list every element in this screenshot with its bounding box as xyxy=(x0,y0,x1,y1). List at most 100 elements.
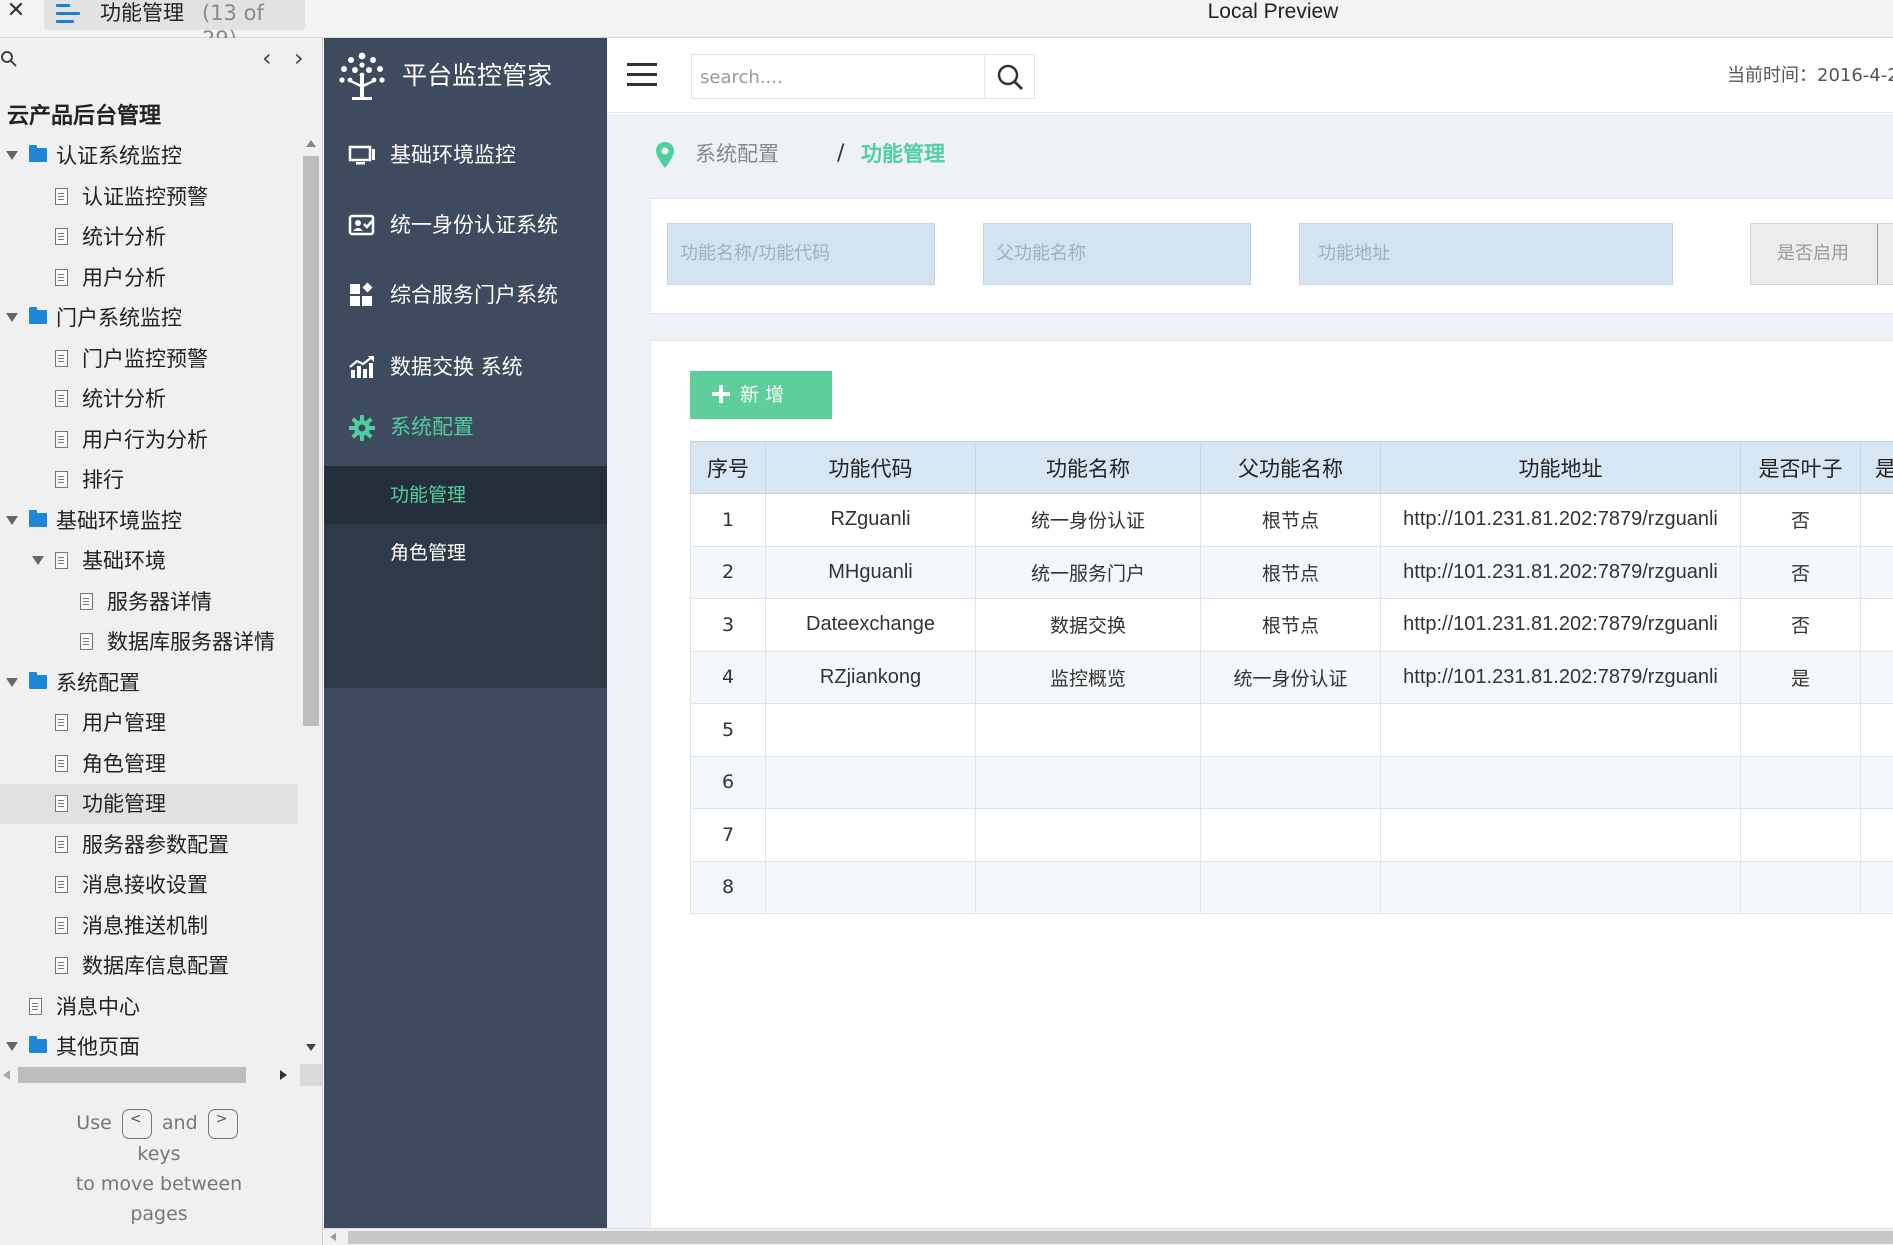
scroll-down-icon[interactable] xyxy=(306,1044,316,1051)
enabled-select[interactable]: 是否启用 xyxy=(1750,223,1893,285)
col-header-function-name[interactable]: 功能名称 xyxy=(975,441,1201,494)
page-icon xyxy=(29,997,42,1015)
tree-item[interactable]: 用户管理 xyxy=(0,703,298,743)
tree-folder[interactable]: 系统配置 xyxy=(0,663,298,703)
add-button[interactable]: 新 增 xyxy=(690,371,832,419)
col-header-function-code[interactable]: 功能代码 xyxy=(765,441,976,494)
function-name-code-input[interactable]: 功能名称/功能代码 xyxy=(667,223,935,285)
tree-item[interactable]: 认证监控预警 xyxy=(0,177,298,217)
tree-horizontal-scrollbar[interactable] xyxy=(0,1064,298,1086)
sidebar-subitem-function-management[interactable]: 功能管理 xyxy=(324,466,607,524)
page-tab-title: 功能管理 xyxy=(100,1,184,25)
col-header-truncated[interactable]: 是 xyxy=(1860,441,1893,494)
search-button[interactable] xyxy=(985,54,1035,99)
table-row[interactable]: 1 RZguanli 统一身份认证 根节点 http://101.231.81.202:… xyxy=(690,493,1893,547)
tree-item[interactable]: 功能管理 xyxy=(0,784,298,824)
cell-extra xyxy=(1860,545,1893,599)
tree-item[interactable]: 统计分析 xyxy=(0,379,298,419)
sidebar-subitem-role-management[interactable]: 角色管理 xyxy=(324,524,607,582)
tree-folder[interactable]: 认证系统监控 xyxy=(0,136,298,176)
tree-item[interactable]: 用户分析 xyxy=(0,258,298,298)
prev-page-button[interactable]: ‹ xyxy=(262,46,272,70)
tree-item[interactable]: 消息推送机制 xyxy=(0,906,298,946)
page-icon xyxy=(55,390,68,407)
cell-is-leaf xyxy=(1740,860,1861,914)
sidebar-item-service-portal[interactable]: 综合服务门户系统 xyxy=(324,260,607,330)
tree-item[interactable]: 服务器参数配置 xyxy=(0,825,298,865)
menu-icon[interactable] xyxy=(56,4,80,24)
tree-item[interactable]: 消息中心 xyxy=(0,987,298,1027)
table-row[interactable]: 2 MHguanli 统一服务门户 根节点 http://101.231.81.202:… xyxy=(690,545,1893,599)
scroll-up-icon[interactable] xyxy=(306,140,316,147)
cell-function-name xyxy=(975,755,1201,809)
cell-parent-name xyxy=(1200,755,1381,809)
tree-vertical-scrollbar[interactable] xyxy=(300,136,322,1054)
sidebar-item-system-config[interactable]: 系统配置 xyxy=(324,392,607,462)
table-row[interactable]: 8 xyxy=(690,860,1893,914)
search-icon[interactable] xyxy=(0,50,20,70)
tree-folder[interactable]: 门户系统监控 xyxy=(0,298,298,338)
title-bar: ✕ 功能管理 (13 of 29) Local Preview xyxy=(0,0,1893,51)
page-tab[interactable]: 功能管理 (13 of 29) xyxy=(44,0,305,51)
page-tree-panel: ‹ › 云产品后台管理 认证系统监控 认证监控预警 统计分析 用户分析 门户系统监控 门户… xyxy=(0,38,323,1245)
tree-item[interactable]: 基础环境 xyxy=(0,541,298,581)
table-row[interactable]: 3 Dateexchange 数据交换 根节点 http://101.231.81.20… xyxy=(690,598,1893,652)
tree-logo-icon xyxy=(339,52,385,100)
expand-arrow-icon[interactable] xyxy=(6,515,18,525)
expand-arrow-icon[interactable] xyxy=(6,677,18,687)
scroll-left-icon[interactable] xyxy=(330,1233,336,1241)
col-header-index[interactable]: 序号 xyxy=(690,441,766,494)
tree-item-label: 服务器详情 xyxy=(107,589,212,614)
scroll-right-icon[interactable] xyxy=(280,1070,287,1080)
table-row[interactable]: 4 RZjiankong 监控概览 统一身份认证 http://101.231.81.2… xyxy=(690,650,1893,704)
expand-arrow-icon[interactable] xyxy=(6,313,18,322)
tree-item[interactable]: 门户监控预警 xyxy=(0,339,298,379)
tree-item[interactable]: 角色管理 xyxy=(0,744,298,784)
cell-parent-name xyxy=(1200,860,1381,914)
tree-item[interactable]: 数据库服务器详情 xyxy=(0,622,298,662)
tree-folder[interactable]: 基础环境监控 xyxy=(0,501,298,541)
sidebar-item-identity-auth[interactable]: 统一身份认证系统 xyxy=(324,190,607,260)
keyboard-hint: Use < and > keys to move between pages xyxy=(75,1108,243,1225)
tree-item[interactable]: 服务器详情 xyxy=(0,582,298,622)
cell-extra xyxy=(1860,703,1893,757)
table-row[interactable]: 7 xyxy=(690,808,1893,862)
table-row[interactable]: 6 xyxy=(690,755,1893,809)
tree-item[interactable]: 数据库信息配置 xyxy=(0,946,298,986)
main-horizontal-scrollbar[interactable] xyxy=(324,1228,1893,1245)
page-icon xyxy=(55,228,68,245)
expand-arrow-icon[interactable] xyxy=(32,556,44,565)
scroll-thumb[interactable] xyxy=(303,156,319,726)
tree-item[interactable]: 消息接收设置 xyxy=(0,865,298,905)
sidebar-item-label: 综合服务门户系统 xyxy=(390,283,558,307)
col-header-is-leaf[interactable]: 是否叶子 xyxy=(1740,441,1861,494)
cell-function-code xyxy=(765,808,976,862)
folder-icon xyxy=(29,307,47,324)
col-header-function-address[interactable]: 功能地址 xyxy=(1380,441,1741,494)
page-icon xyxy=(55,430,68,448)
tree-item[interactable]: 排行 xyxy=(0,460,298,500)
search-input[interactable] xyxy=(700,61,980,93)
tree-item-label: 功能管理 xyxy=(82,792,166,816)
search-icon xyxy=(997,64,1023,90)
tree-item[interactable]: 用户行为分析 xyxy=(0,420,298,460)
parent-function-name-input[interactable]: 父功能名称 xyxy=(983,223,1251,285)
sidebar-submenu: 功能管理 角色管理 xyxy=(324,466,607,688)
expand-arrow-icon[interactable] xyxy=(6,151,18,160)
sidebar-item-infrastructure[interactable]: 基础环境监控 xyxy=(324,120,607,190)
function-address-input[interactable]: 功能地址 xyxy=(1299,223,1673,285)
scroll-thumb[interactable] xyxy=(18,1067,246,1083)
close-icon[interactable]: ✕ xyxy=(4,0,28,24)
table-row[interactable]: 5 xyxy=(690,703,1893,757)
breadcrumb-parent[interactable]: 系统配置 xyxy=(695,136,779,172)
expand-arrow-icon[interactable] xyxy=(6,1042,18,1051)
col-header-parent-name[interactable]: 父功能名称 xyxy=(1200,441,1381,494)
tree-item[interactable]: 统计分析 xyxy=(0,217,298,257)
scroll-thumb[interactable] xyxy=(348,1231,1893,1244)
hamburger-menu-icon[interactable] xyxy=(627,63,657,87)
scroll-left-icon[interactable] xyxy=(3,1070,10,1080)
tree-item-label: 消息接收设置 xyxy=(82,873,208,897)
next-page-button[interactable]: › xyxy=(294,46,304,70)
tree-folder[interactable]: 其他页面 xyxy=(0,1027,298,1056)
tree-item-label: 排行 xyxy=(82,468,124,492)
